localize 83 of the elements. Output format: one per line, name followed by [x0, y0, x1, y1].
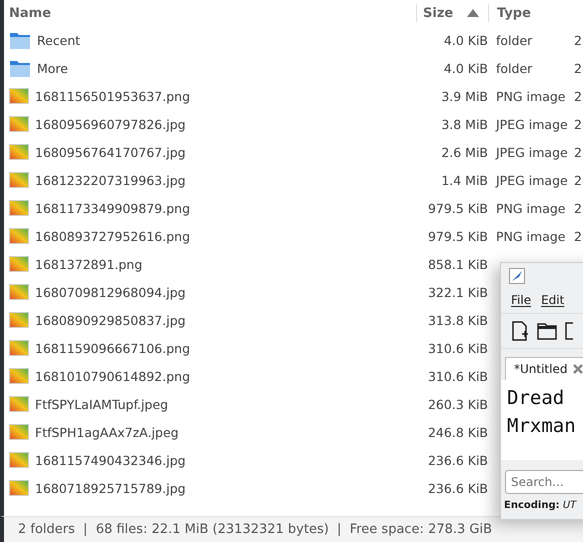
document-tab[interactable]: *Untitled: [505, 357, 583, 380]
file-date: 2: [574, 144, 582, 160]
file-size: 310.6 KiB: [428, 340, 488, 356]
file-name[interactable]: 1681156501953637.png: [35, 88, 190, 104]
file-name[interactable]: 1681232207319963.jpg: [35, 172, 186, 188]
image-file-icon: [9, 172, 29, 188]
file-type: folder: [496, 60, 532, 76]
file-type: PNG image: [496, 88, 566, 104]
file-name[interactable]: 1681372891.png: [35, 256, 142, 272]
folder-icon: [9, 30, 31, 50]
file-date: 2: [574, 88, 582, 104]
file-name[interactable]: 1680956764170767.jpg: [35, 144, 186, 160]
sort-ascending-icon: [467, 9, 480, 17]
image-file-icon: [9, 256, 29, 272]
image-file-icon: [9, 116, 29, 132]
file-type: PNG image: [496, 228, 566, 244]
image-file-icon: [9, 228, 29, 244]
file-size: 310.6 KiB: [428, 368, 488, 384]
file-name[interactable]: 1680893727952616.png: [35, 228, 190, 244]
menu-item[interactable]: File: [511, 293, 532, 309]
file-name[interactable]: 1680718925715789.jpg: [35, 480, 186, 496]
image-file-icon: [9, 340, 29, 356]
file-date: 2: [574, 200, 582, 216]
file-name[interactable]: 1680890929850837.jpg: [35, 312, 186, 328]
image-file-icon: [9, 396, 29, 412]
file-size: 313.8 KiB: [428, 312, 488, 328]
file-size: 236.6 KiB: [428, 480, 488, 496]
image-file-icon: [9, 452, 29, 468]
image-file-icon: [9, 88, 29, 104]
file-size: 246.8 KiB: [428, 424, 488, 440]
file-size: 1.4 MiB: [441, 172, 488, 188]
file-size: 858.1 KiB: [428, 256, 488, 272]
status-text: 2 folders | 68 files: 22.1 MiB (23132321 bytes) | Free space: 278.3 GiB: [18, 522, 492, 537]
file-name[interactable]: 1681157490432346.jpg: [35, 452, 186, 468]
image-file-icon: [9, 424, 29, 440]
image-file-icon: [9, 312, 29, 328]
file-date: 2: [574, 228, 582, 244]
file-name[interactable]: 1681159096667106.png: [35, 340, 190, 356]
new-document-icon[interactable]: [511, 321, 529, 341]
file-size: 3.8 MiB: [441, 116, 488, 132]
column-header[interactable]: Name: [9, 6, 52, 20]
image-file-icon: [9, 480, 29, 496]
file-size: 322.1 KiB: [428, 284, 488, 300]
file-size: 260.3 KiB: [428, 396, 488, 412]
file-date: 2: [574, 32, 582, 48]
image-file-icon: [9, 200, 29, 216]
file-date: 2: [574, 116, 582, 132]
file-name[interactable]: Recent: [37, 32, 80, 48]
file-size: 4.0 KiB: [444, 60, 488, 76]
file-type: JPEG image: [496, 144, 568, 160]
file-size: 4.0 KiB: [444, 32, 488, 48]
file-name[interactable]: 1681010790614892.png: [35, 368, 190, 384]
file-size: 979.5 KiB: [428, 228, 488, 244]
text-line: Mrxman: [507, 414, 577, 439]
file-date: 2: [574, 60, 582, 76]
file-type: JPEG image: [496, 172, 568, 188]
file-date: 2: [574, 172, 582, 188]
menu-item[interactable]: Edit: [541, 293, 564, 309]
column-header[interactable]: Type: [497, 6, 531, 20]
file-name[interactable]: FtfSPH1agAAx7zA.jpeg: [35, 424, 179, 440]
file-type: folder: [496, 32, 532, 48]
file-type: PNG image: [496, 200, 566, 216]
image-file-icon: [9, 144, 29, 160]
image-file-icon: [9, 284, 29, 300]
file-name[interactable]: FtfSPYLaIAMTupf.jpeg: [35, 396, 168, 412]
text-line: Dread: [507, 386, 566, 411]
image-file-icon: [9, 368, 29, 384]
folder-icon: [9, 58, 31, 78]
file-name[interactable]: 1680709812968094.jpg: [35, 284, 186, 300]
file-size: 3.9 MiB: [441, 88, 488, 104]
column-header[interactable]: Size: [423, 6, 454, 20]
quill-icon: [509, 268, 525, 284]
search-field[interactable]: Search...: [505, 470, 583, 494]
file-size: 2.6 MiB: [441, 144, 488, 160]
file-name[interactable]: 1681173349909879.png: [35, 200, 190, 216]
file-size: 979.5 KiB: [428, 200, 488, 216]
file-size: 236.6 KiB: [428, 452, 488, 468]
folder-icon[interactable]: [537, 322, 557, 340]
close-icon[interactable]: [573, 364, 583, 374]
encoding-label: Encoding: UT: [504, 500, 576, 511]
file-name[interactable]: 1680956960797826.jpg: [35, 116, 186, 132]
file-type: JPEG image: [496, 116, 568, 132]
file-name[interactable]: More: [37, 60, 68, 76]
